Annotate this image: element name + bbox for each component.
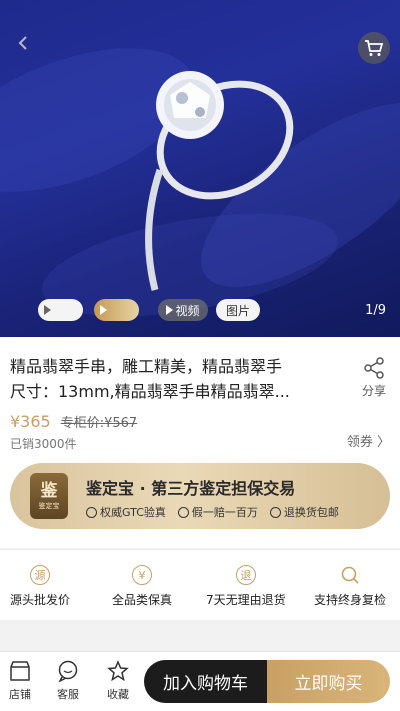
guarantee-section: 鉴 鉴定宝 鉴定宝 · 第三方鉴定担保交易 权威GTC验真 假一赔一百万 退换货…: [0, 458, 400, 548]
banner-features: 权威GTC验真 假一赔一百万 退换货包邮: [86, 504, 339, 520]
feature-label: 权威GTC验真: [100, 506, 166, 519]
store-icon: [10, 661, 30, 681]
service-label: 全品类保真: [112, 593, 173, 607]
product-image-gallery[interactable]: 视频 图片 1/9: [0, 0, 400, 337]
customer-service-button[interactable]: 客服: [48, 660, 88, 702]
product-info: 精品翡翠手串，雕工精美，精品翡翠手 尺寸：13mm,精品翡翠手串精品翡翠... …: [0, 337, 400, 458]
add-to-cart-button[interactable]: 加入购物车: [144, 660, 267, 703]
check-icon: [86, 506, 97, 518]
service-label: 客服: [57, 688, 79, 701]
service-item: 源 源头批发价: [10, 565, 70, 608]
service-label: 源头批发价: [10, 593, 71, 607]
product-title-line1: 精品翡翠手串，雕工精美，精品翡翠手: [10, 357, 283, 376]
video-tab[interactable]: 视频: [158, 299, 208, 321]
source-icon: 源: [30, 565, 50, 585]
product-page: 视频 图片 1/9 精品翡翠手串，雕工精美，精品翡翠手 尺寸：13mm,精品翡翠…: [0, 0, 400, 711]
feature-label: 假一赔一百万: [191, 506, 258, 519]
cart-button[interactable]: [358, 32, 390, 64]
image-counter: 1/9: [365, 303, 386, 318]
sold-count: 已销3000件: [10, 437, 77, 451]
store-label: 店铺: [9, 688, 31, 701]
product-title: 精品翡翠手串，雕工精美，精品翡翠手 尺寸：13mm,精品翡翠手串精品翡翠...: [10, 354, 310, 404]
feature-item: 假一赔一百万: [177, 504, 258, 520]
photo-tab[interactable]: 图片: [216, 299, 260, 321]
share-button[interactable]: 分享: [360, 357, 388, 399]
chat-icon: [58, 660, 78, 682]
gallery-thumb-1[interactable]: [38, 299, 83, 321]
badge-char: 鉴: [40, 480, 58, 501]
feature-label: 退换货包邮: [283, 506, 339, 519]
photo-tab-label: 图片: [225, 303, 250, 318]
cart-icon: [365, 40, 384, 56]
search-icon: [341, 566, 359, 584]
coupon-link[interactable]: 领券 〉: [347, 431, 390, 450]
share-label: 分享: [361, 384, 386, 398]
favorite-label: 收藏: [107, 688, 129, 701]
share-icon: [364, 357, 384, 379]
ring-illustration: [145, 71, 294, 291]
truck-icon: [269, 506, 281, 518]
star-icon: [107, 660, 129, 682]
guarantee-banner[interactable]: 鉴 鉴定宝 鉴定宝 · 第三方鉴定担保交易 权威GTC验真 假一赔一百万 退换货…: [10, 463, 390, 529]
back-arrow-icon[interactable]: [16, 36, 30, 50]
bottom-action-bar: 店铺 客服 收藏 加入购物车 立即购买: [0, 651, 400, 711]
store-button[interactable]: 店铺: [0, 660, 40, 702]
yuan-icon: ¥: [132, 565, 152, 585]
feature-item: 权威GTC验真: [86, 504, 166, 520]
return-icon: 退: [235, 565, 256, 585]
service-label: 7天无理由退货: [206, 593, 286, 607]
feature-item: 退换货包邮: [269, 504, 339, 520]
gallery-thumb-2[interactable]: [94, 299, 139, 321]
video-tab-label: 视频: [175, 303, 200, 318]
sale-price: ¥365: [10, 412, 51, 431]
play-icon: [44, 305, 51, 315]
badge-label: 鉴定宝: [38, 501, 60, 510]
original-price: 专柜价:¥567: [60, 416, 138, 431]
service-row: 源 源头批发价 ¥ 全品类保真 退 7天无理由退货 支持终身复检: [0, 549, 400, 620]
service-item: ¥ 全品类保真: [112, 565, 172, 608]
shield-check-icon: [177, 506, 189, 518]
banner-title: 鉴定宝 · 第三方鉴定担保交易: [86, 479, 296, 498]
service-label: 支持终身复检: [314, 593, 387, 607]
buy-now-button[interactable]: 立即购买: [267, 660, 390, 703]
product-title-line2: 尺寸：13mm,精品翡翠手串精品翡翠...: [10, 382, 290, 401]
play-icon: [166, 305, 174, 315]
favorite-button[interactable]: 收藏: [98, 660, 138, 702]
play-icon: [100, 305, 107, 315]
shield-icon: 鉴 鉴定宝: [30, 473, 68, 519]
service-item: 支持终身复检: [314, 565, 386, 608]
service-item: 退 7天无理由退货: [206, 565, 286, 608]
price-row: ¥365 专柜价:¥567: [10, 412, 137, 431]
